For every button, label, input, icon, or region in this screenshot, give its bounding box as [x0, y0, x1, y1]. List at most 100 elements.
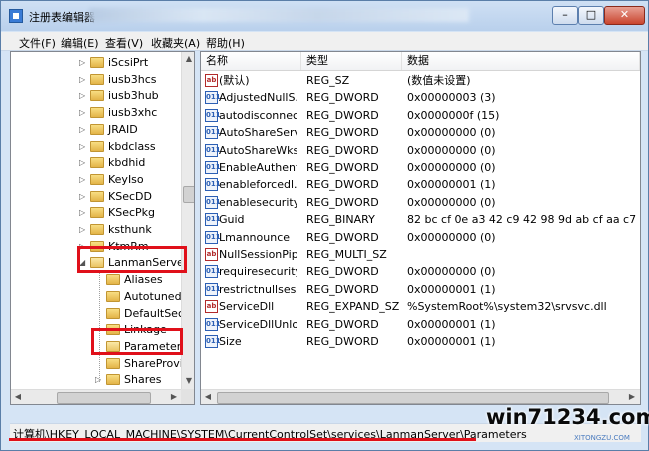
expand-arrow-icon[interactable]: ▷ — [79, 204, 87, 221]
binary-value-icon: 011 — [205, 126, 221, 140]
tree-node[interactable]: ▷ JRAID — [11, 121, 181, 138]
menu-view[interactable]: 查看(V) — [105, 35, 143, 51]
value-row[interactable]: ab (默认) REG_SZ (数值未设置) — [201, 72, 640, 89]
tree-node[interactable]: ▷ Shares — [11, 371, 181, 388]
close-button[interactable]: ✕ — [604, 6, 645, 25]
title-bar[interactable]: 注册表编辑器 – □ ✕ — [1, 1, 648, 31]
value-type: REG_DWORD — [306, 195, 379, 209]
value-row[interactable]: 011AutoShareServ... REG_DWORD 0x00000000 (… — [201, 124, 640, 141]
value-row[interactable]: abNullSessionPip... REG_MULTI_SZ — [201, 246, 640, 263]
value-data: 0x00000003 (3) — [407, 91, 496, 105]
value-row[interactable]: 011EnableAuthenti... REG_DWORD 0x00000000 … — [201, 159, 640, 176]
value-row[interactable]: 011 Guid REG_BINARY 82 bc cf 0e a3 42 c9 42… — [201, 211, 640, 228]
menu-favorites[interactable]: 收藏夹(A) — [151, 35, 200, 51]
value-row[interactable]: 011enablesecurity... REG_DWORD 0x00000000 … — [201, 194, 640, 211]
scroll-right-icon[interactable]: ▶ — [167, 390, 181, 404]
menu-file[interactable]: 文件(F) — [19, 35, 56, 51]
folder-icon — [90, 73, 104, 85]
string-value-icon: ab — [205, 300, 218, 314]
tree-node[interactable]: ShareProvic — [11, 355, 189, 372]
tree-node[interactable]: ▷ kbdclass — [11, 138, 181, 155]
expand-arrow-icon[interactable]: ▷ — [79, 138, 87, 155]
value-name: enablesecurity... — [219, 195, 297, 209]
tree-node[interactable]: ▷ KeyIso — [11, 171, 181, 188]
tree-node[interactable]: ▷ KSecDD — [11, 188, 181, 205]
status-path-underline — [9, 438, 476, 441]
menu-bar: 文件(F) 编辑(E) 查看(V) 收藏夹(A) 帮助(H) — [1, 32, 648, 51]
watermark-sub: XITONGZU.COM — [574, 434, 630, 442]
value-row[interactable]: 011requiresecurity... REG_DWORD 0x00000000… — [201, 263, 640, 280]
value-row[interactable]: ab ServiceDll REG_EXPAND_SZ %SystemRoot%\sy… — [201, 298, 640, 315]
value-name: enableforcedl... — [219, 178, 297, 192]
expand-arrow-icon[interactable]: ▷ — [79, 188, 87, 205]
scroll-left-icon[interactable]: ◀ — [11, 390, 25, 404]
value-name: NullSessionPip... — [219, 248, 297, 261]
scroll-up-icon[interactable]: ▲ — [182, 52, 194, 66]
value-data: 0x00000001 (1) — [407, 335, 496, 348]
folder-icon — [90, 140, 104, 152]
tree-scroll-thumb[interactable] — [183, 186, 194, 203]
value-name: ServiceDllUnlo... — [219, 317, 297, 331]
tree-h-scroll-thumb[interactable] — [57, 392, 151, 404]
tree-node[interactable]: ▷ ksthunk — [11, 221, 181, 238]
values-list-pane[interactable]: 名称 类型 数据 ◀ ▶ ab (默认) REG_SZ (数值未设置) 011 Adjus… — [200, 51, 641, 405]
value-data: (数值未设置) — [407, 74, 471, 87]
tree-node-label: iScsiPrt — [108, 56, 149, 69]
value-data: 0x00000000 (0) — [407, 143, 496, 157]
minimize-button[interactable]: – — [552, 6, 578, 25]
tree-node[interactable]: AutotunedP — [11, 288, 188, 305]
tree-node[interactable]: ▷ iusb3hub — [11, 87, 181, 104]
tree-vertical-scrollbar[interactable]: ▲ ▼ — [181, 52, 194, 389]
expand-arrow-icon[interactable]: ▷ — [79, 87, 87, 104]
value-row[interactable]: 011AdjustedNullS... REG_DWORD 0x00000003 (… — [201, 89, 640, 106]
expand-arrow-icon[interactable]: ▷ — [79, 54, 87, 71]
value-row[interactable]: 011ServiceDllUnlo... REG_DWORD 0x00000001 … — [201, 316, 640, 333]
value-name: Size — [219, 335, 242, 348]
scroll-down-icon[interactable]: ▼ — [182, 374, 194, 388]
binary-value-icon: 011 — [205, 91, 221, 105]
column-type-header[interactable]: 类型 — [301, 52, 402, 70]
folder-icon — [90, 173, 104, 185]
expand-arrow-icon[interactable]: ▷ — [79, 71, 87, 88]
value-row[interactable]: 011 Lmannounce REG_DWORD 0x00000000 (0) — [201, 229, 640, 246]
folder-icon — [106, 274, 120, 286]
binary-value-icon: 011 — [205, 265, 221, 279]
value-name: (默认) — [219, 74, 250, 87]
tree-node[interactable]: ▷ KSecPkg — [11, 204, 181, 221]
value-row[interactable]: 011 autodisconnect REG_DWORD 0x0000000f (15… — [201, 107, 640, 124]
tree-node-label: AutotunedP — [124, 289, 189, 303]
expand-arrow-icon[interactable]: ▷ — [79, 121, 87, 138]
column-data-header[interactable]: 数据 — [402, 52, 640, 70]
value-row[interactable]: 011 AutoShareWks REG_DWORD 0x00000000 (0) — [201, 142, 640, 159]
menu-help[interactable]: 帮助(H) — [206, 35, 245, 51]
value-row[interactable]: 011restrictnullsess... REG_DWORD 0x0000000… — [201, 281, 640, 298]
scroll-right-icon[interactable]: ▶ — [625, 390, 639, 404]
tree-node-label: KeyIso — [108, 172, 144, 186]
tree-node[interactable]: ▷ iusb3hcs — [11, 71, 181, 88]
value-data: 0x00000000 (0) — [407, 195, 496, 209]
value-row[interactable]: 011 Size REG_DWORD 0x00000001 (1) — [201, 333, 640, 350]
folder-icon — [90, 190, 104, 202]
menu-edit[interactable]: 编辑(E) — [61, 35, 99, 51]
maximize-button[interactable]: □ — [578, 6, 604, 25]
tree-horizontal-scrollbar[interactable]: ◀ ▶ — [11, 389, 181, 404]
tree-connector-line — [99, 271, 100, 382]
expand-arrow-icon[interactable]: ▷ — [79, 221, 87, 238]
list-header: 名称 类型 数据 — [201, 52, 640, 71]
scroll-left-icon[interactable]: ◀ — [201, 390, 215, 404]
value-row[interactable]: 011 enableforcedl... REG_DWORD 0x00000001 (… — [201, 176, 640, 193]
string-value-icon: ab — [205, 74, 218, 87]
column-name-header[interactable]: 名称 — [201, 52, 301, 70]
value-type: REG_DWORD — [306, 161, 379, 174]
expand-arrow-icon[interactable]: ▷ — [79, 104, 87, 121]
tree-node-label: iusb3xhc — [108, 106, 158, 120]
tree-node[interactable]: ▷ iusb3xhc — [11, 104, 181, 121]
tree-node-label: KSecPkg — [108, 206, 155, 220]
tree-node-label: kbdclass — [108, 139, 156, 153]
expand-arrow-icon[interactable]: ▷ — [79, 154, 87, 171]
tree-node[interactable]: Aliases — [11, 271, 181, 288]
expand-arrow-icon[interactable]: ▷ — [79, 171, 87, 188]
tree-node[interactable]: ▷ kbdhid — [11, 154, 181, 171]
tree-node[interactable]: ▷ iScsiPrt — [11, 54, 181, 71]
tree-node[interactable]: DefaultSecu — [11, 305, 191, 322]
